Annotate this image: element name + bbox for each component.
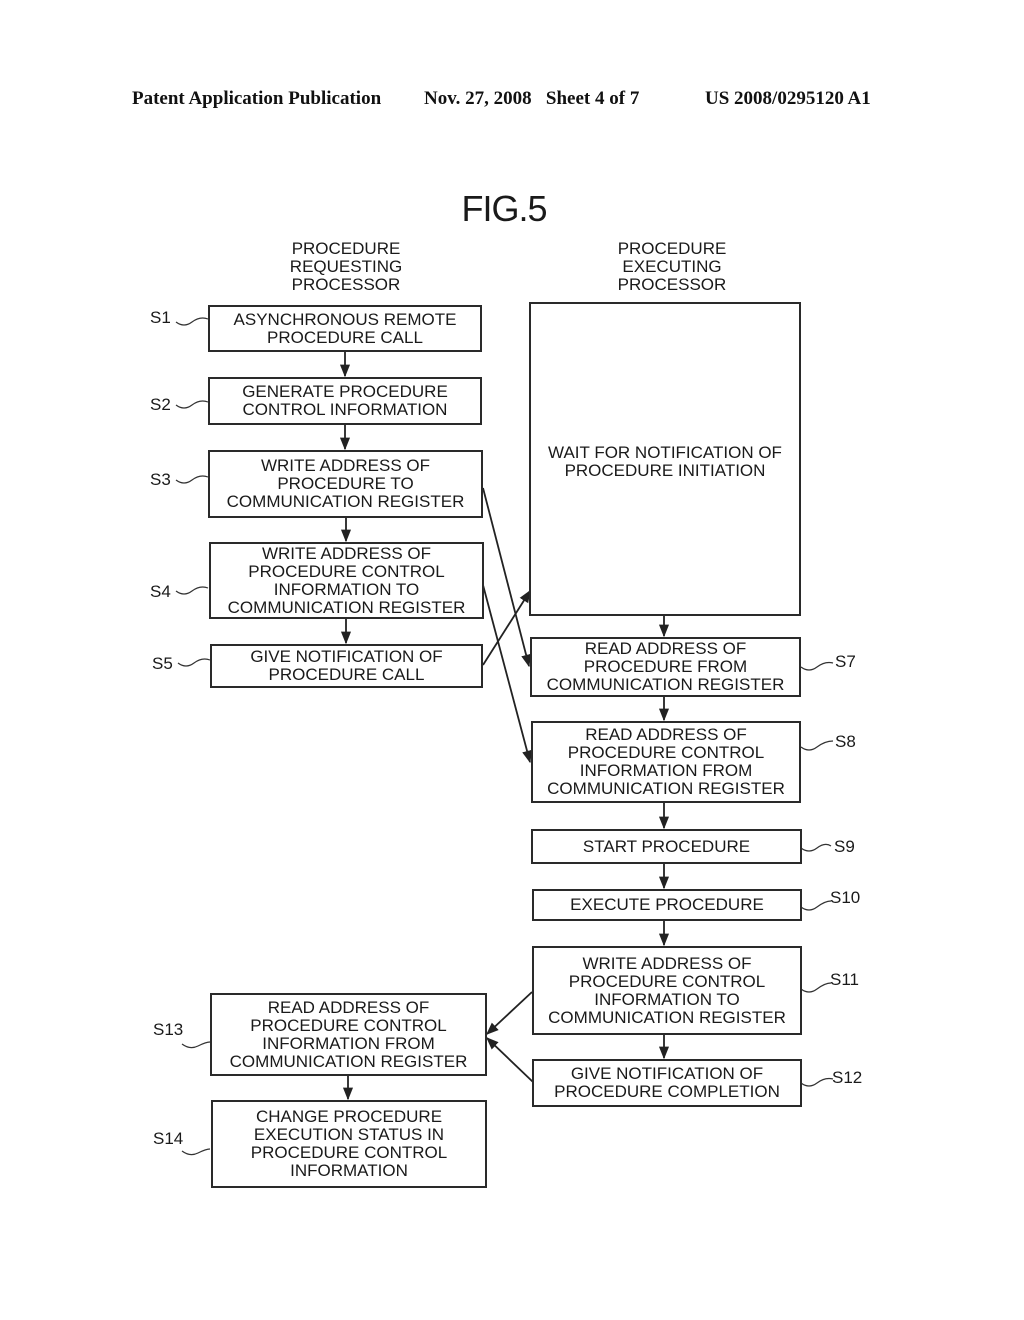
step-box-wait-notification: WAIT FOR NOTIFICATION OF PROCEDURE INITI… (529, 302, 801, 616)
step-label-s4: S4 (150, 582, 171, 601)
step-label-s2: S2 (150, 395, 171, 414)
step-box-s1: ASYNCHRONOUS REMOTE PROCEDURE CALL (208, 305, 482, 352)
arrow-s12-s13 (486, 1037, 534, 1083)
step-label-s14: S14 (153, 1129, 184, 1148)
leader-s4 (175, 586, 209, 595)
step-label-s8: S8 (835, 732, 856, 751)
step-box-s11: WRITE ADDRESS OF PROCEDURE CONTROL INFOR… (532, 946, 802, 1035)
step-label-s12: S12 (832, 1068, 863, 1087)
arrow-s5-s6 (482, 589, 531, 666)
leader-s1 (175, 317, 209, 326)
step-box-s8: READ ADDRESS OF PROCEDURE CONTROL INFORM… (531, 721, 801, 803)
leader-s8 (800, 740, 834, 751)
arrow-s11-s13 (486, 991, 533, 1035)
step-box-s14: CHANGE PROCEDURE EXECUTION STATUS IN PRO… (211, 1100, 487, 1188)
leader-s12 (800, 1077, 834, 1087)
arrow-s4-s8 (482, 584, 532, 764)
step-box-s5: GIVE NOTIFICATION OF PROCEDURE CALL (210, 644, 483, 688)
arrow-s3-s7 (482, 487, 532, 668)
leader-s2 (175, 400, 209, 409)
step-label-s11: S11 (830, 970, 859, 989)
step-label-s13: S13 (153, 1020, 184, 1039)
leader-s3 (175, 475, 209, 484)
step-box-s3: WRITE ADDRESS OF PROCEDURE TO COMMUNICAT… (208, 450, 483, 518)
leader-s9 (800, 843, 832, 852)
step-label-s3: S3 (150, 470, 171, 489)
step-box-s4: WRITE ADDRESS OF PROCEDURE CONTROL INFOR… (209, 542, 484, 619)
leader-s13 (181, 1041, 211, 1049)
leader-s7 (800, 661, 834, 671)
step-label-s10: S10 (830, 888, 861, 907)
step-box-s13: READ ADDRESS OF PROCEDURE CONTROL INFORM… (210, 993, 487, 1076)
step-label-s1: S1 (150, 308, 171, 327)
step-box-s10: EXECUTE PROCEDURE (532, 889, 802, 921)
step-label-s7: S7 (835, 652, 856, 671)
step-box-s7: READ ADDRESS OF PROCEDURE FROM COMMUNICA… (530, 637, 801, 697)
step-box-s12: GIVE NOTIFICATION OF PROCEDURE COMPLETIO… (532, 1059, 802, 1107)
leader-s10 (800, 900, 832, 911)
leader-s14 (181, 1148, 211, 1156)
leader-s11 (800, 982, 832, 993)
step-label-s9: S9 (834, 837, 855, 856)
step-box-s9: START PROCEDURE (531, 829, 802, 864)
step-label-s5: S5 (152, 654, 173, 673)
step-box-s2: GENERATE PROCEDURE CONTROL INFORMATION (208, 377, 482, 425)
leader-s5 (177, 658, 211, 667)
